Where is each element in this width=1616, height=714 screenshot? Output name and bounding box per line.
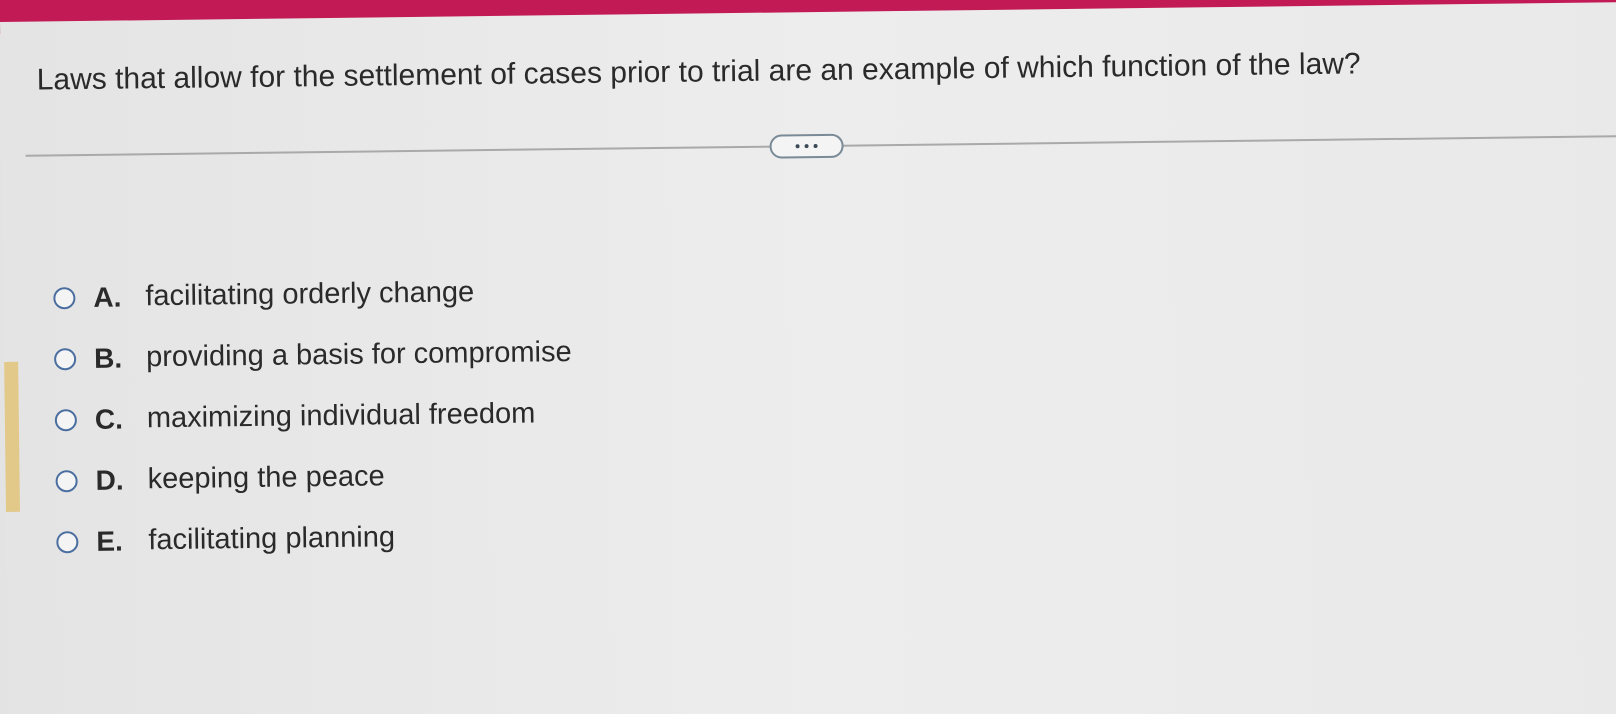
option-label: maximizing individual freedom [146,397,536,435]
option-letter: B. [93,342,123,374]
radio-button-c[interactable] [54,408,77,431]
page: Laws that allow for the settlement of ca… [0,0,1616,714]
option-label: providing a basis for compromise [145,336,572,374]
option-letter: C. [94,403,124,435]
option-label: keeping the peace [147,460,385,496]
more-button[interactable] [769,133,844,159]
option-d[interactable]: D. keeping the peace [55,444,573,511]
question-panel: Laws that allow for the settlement of ca… [0,1,1616,714]
left-edge-strip [4,361,20,512]
radio-button-a[interactable] [53,286,76,309]
answer-options: A. facilitating orderly change B. provid… [53,261,574,572]
ellipsis-icon [795,144,800,149]
option-label: facilitating planning [148,521,396,557]
ellipsis-icon [813,144,818,149]
option-a[interactable]: A. facilitating orderly change [53,261,571,328]
question-text: Laws that allow for the settlement of ca… [36,47,1361,97]
option-letter: D. [95,464,124,496]
option-e[interactable]: E. facilitating planning [56,505,574,572]
option-letter: E. [96,525,124,557]
radio-button-e[interactable] [56,530,79,553]
option-letter: A. [93,281,122,313]
option-label: facilitating orderly change [145,276,475,313]
radio-button-b[interactable] [53,347,77,370]
option-b[interactable]: B. providing a basis for compromise [53,322,572,389]
radio-button-d[interactable] [55,469,78,492]
option-c[interactable]: C. maximizing individual freedom [54,383,572,450]
ellipsis-icon [804,144,809,149]
